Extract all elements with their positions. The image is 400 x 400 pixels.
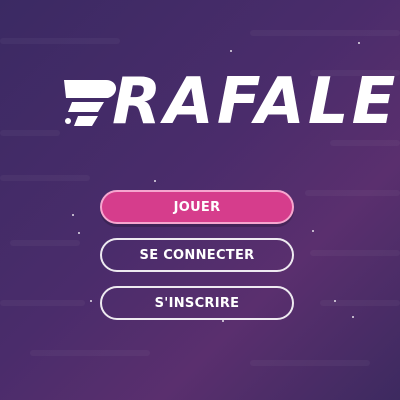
signup-button[interactable]: S'INSCRIRE xyxy=(100,286,294,320)
app-logo: RAFALE xyxy=(58,60,395,150)
play-button[interactable]: JOUER xyxy=(100,190,294,224)
login-button[interactable]: SE CONNECTER xyxy=(100,238,294,272)
home-screen: RAFALE JOUER SE CONNECTER S'INSCRIRE xyxy=(0,0,400,400)
main-menu: JOUER SE CONNECTER S'INSCRIRE xyxy=(100,190,298,334)
logo-wordmark: RAFALE xyxy=(112,65,399,139)
